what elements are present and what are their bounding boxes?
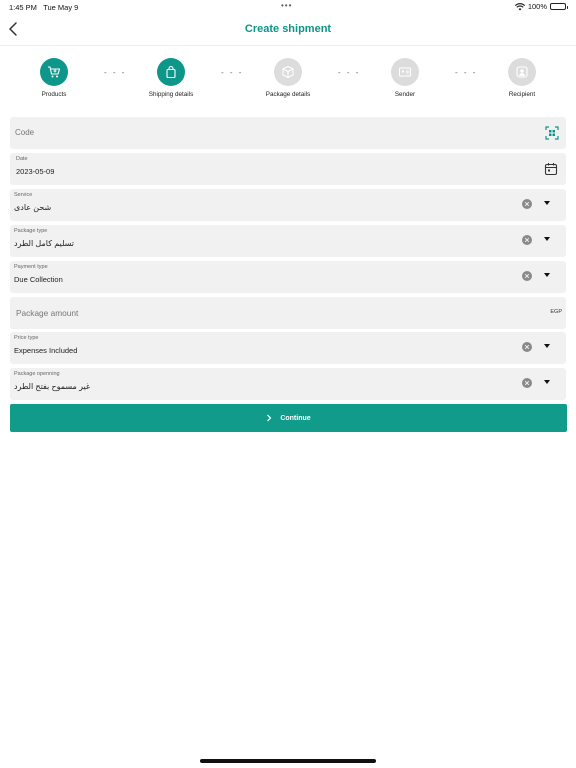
package-type-label: Package type: [14, 228, 48, 234]
code-placeholder: Code: [15, 128, 35, 137]
price-type-label: Price type: [14, 335, 39, 341]
date-text: Tue May 9: [43, 3, 79, 12]
chevron-down-icon[interactable]: [544, 201, 550, 205]
progress-stepper: Products - - - Shipping details - - - Pa…: [0, 58, 576, 104]
payment-type-select[interactable]: Payment type Due Collection: [10, 261, 566, 293]
step-separator: - - -: [221, 68, 244, 77]
clear-icon[interactable]: [522, 235, 532, 245]
clear-icon[interactable]: [522, 342, 532, 352]
payment-type-value: Due Collection: [14, 275, 63, 284]
service-select[interactable]: Service شحن عادى: [10, 189, 566, 221]
step-label: Sender: [394, 91, 416, 98]
price-type-select[interactable]: Price type Expenses Included: [10, 332, 566, 364]
box-icon: [282, 65, 294, 79]
package-type-value: تسليم كامل الطرد: [14, 239, 74, 248]
step-separator: - - -: [338, 68, 361, 77]
battery-percent: 100%: [527, 2, 547, 11]
step-package-circle: [274, 58, 302, 86]
package-amount-field[interactable]: Package amount EGP: [10, 297, 566, 329]
status-right: 100%: [514, 2, 568, 11]
time-text: 1:45 PM: [9, 3, 37, 12]
clear-icon[interactable]: [522, 199, 532, 209]
chevron-down-icon[interactable]: [544, 237, 550, 241]
qr-scan-icon[interactable]: [545, 126, 559, 140]
package-type-select[interactable]: Package type تسليم كامل الطرد: [10, 225, 566, 257]
date-label: Date: [16, 156, 28, 162]
chevron-down-icon[interactable]: [544, 273, 550, 277]
step-separator: - - -: [455, 68, 478, 77]
price-type-value: Expenses Included: [14, 346, 78, 355]
navigation-bar: Create shipment: [0, 14, 576, 46]
page-title: Create shipment: [244, 23, 332, 35]
continue-label: Continue: [280, 414, 311, 422]
service-label: Service: [14, 192, 33, 198]
clear-icon[interactable]: [522, 271, 532, 281]
chevron-down-icon[interactable]: [544, 344, 550, 348]
package-opening-select[interactable]: Package openning غير مسموح بفتح الطرد: [10, 368, 566, 400]
cart-icon: [48, 66, 61, 78]
step-products[interactable]: Products: [14, 58, 94, 98]
step-recipient[interactable]: Recipient: [482, 58, 562, 98]
step-label: Products: [41, 91, 67, 98]
step-sender-circle: [391, 58, 419, 86]
step-package-details[interactable]: Package details: [248, 58, 328, 98]
step-shipping-details[interactable]: Shipping details: [131, 58, 211, 98]
package-opening-value: غير مسموح بفتح الطرد: [14, 382, 91, 391]
payment-type-label: Payment type: [14, 264, 48, 270]
bag-icon: [166, 65, 176, 79]
step-products-circle: [40, 58, 68, 86]
chevron-down-icon[interactable]: [544, 380, 550, 384]
wifi-icon: [514, 2, 525, 10]
step-label: Package details: [265, 91, 311, 98]
user-icon: [516, 66, 528, 78]
step-shipping-circle: [157, 58, 185, 86]
date-value: 2023-05-09: [16, 167, 55, 176]
currency-suffix: EGP: [550, 309, 562, 315]
status-time: 1:45 PM Tue May 9: [9, 3, 78, 12]
battery-icon: [550, 3, 568, 10]
package-opening-label: Package openning: [14, 371, 60, 377]
step-label: Recipient: [508, 91, 536, 98]
multitask-dots[interactable]: •••: [281, 1, 292, 10]
calendar-icon[interactable]: [544, 162, 558, 176]
date-field[interactable]: Date 2023-05-09: [10, 153, 566, 185]
id-card-icon: [398, 67, 412, 77]
step-label: Shipping details: [148, 91, 194, 98]
home-indicator[interactable]: [200, 759, 376, 763]
step-sender[interactable]: Sender: [365, 58, 445, 98]
service-value: شحن عادى: [14, 203, 52, 212]
continue-button[interactable]: Continue: [10, 404, 567, 432]
code-field[interactable]: Code: [10, 117, 566, 149]
status-bar: 1:45 PM Tue May 9 ••• 100%: [0, 0, 576, 14]
chevron-right-icon: [267, 414, 272, 422]
clear-icon[interactable]: [522, 378, 532, 388]
step-recipient-circle: [508, 58, 536, 86]
package-amount-placeholder: Package amount: [16, 308, 79, 318]
step-separator: - - -: [104, 68, 127, 77]
